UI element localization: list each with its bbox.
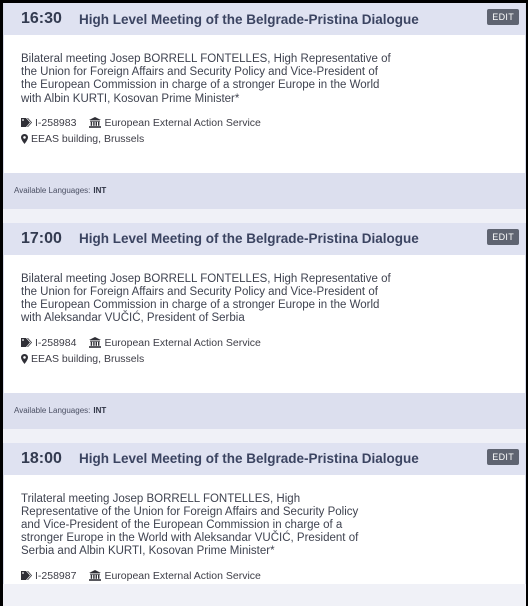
institution-icon <box>89 570 102 581</box>
card-separator <box>3 208 526 223</box>
meeting-title: High Level Meeting of the Belgrade-Prist… <box>79 231 419 247</box>
tag-icon <box>21 118 32 128</box>
meeting-meta: I-258983 European External Action Servic… <box>4 115 525 131</box>
meeting-location: EEAS building, Brussels <box>31 132 145 145</box>
meeting-title: High Level Meeting of the Belgrade-Prist… <box>79 11 419 27</box>
institution-icon <box>89 337 102 348</box>
map-marker-icon <box>21 353 28 364</box>
organizer-name: European External Action Service <box>104 336 261 349</box>
meeting-feed: 16:30 High Level Meeting of the Belgrade… <box>3 3 526 606</box>
meeting-description: Bilateral meeting Josep BORRELL FONTELLE… <box>21 53 391 105</box>
meeting-header: 18:00 High Level Meeting of the Belgrade… <box>4 442 525 475</box>
meeting-time: 18:00 <box>21 449 62 467</box>
meeting-description: Trilateral meeting Josep BORRELL FONTELL… <box>21 492 359 558</box>
organizer-name: European External Action Service <box>104 569 261 582</box>
meeting-card: 18:00 High Level Meeting of the Belgrade… <box>3 442 526 584</box>
languages-value: INT <box>93 406 107 416</box>
institution-icon <box>89 117 102 129</box>
meeting-location-row: EEAS building, Brussels <box>4 131 525 147</box>
card-separator <box>3 428 526 443</box>
languages-label: Available Languages: <box>14 186 91 196</box>
meeting-header: 17:00 High Level Meeting of the Belgrade… <box>4 222 525 255</box>
meeting-description: Bilateral meeting Josep BORRELL FONTELLE… <box>21 272 391 325</box>
languages-bar: Available Languages: INT <box>4 392 525 429</box>
map-marker-icon <box>21 133 28 144</box>
languages-value: INT <box>93 186 107 196</box>
tag-icon <box>21 571 32 581</box>
reference-number: I-258987 <box>35 569 77 582</box>
meeting-location: EEAS building, Brussels <box>31 352 145 365</box>
edit-button[interactable]: EDIT <box>487 228 519 245</box>
meeting-location-row: EEAS building, Brussels <box>4 351 525 367</box>
meeting-time: 17:00 <box>21 229 62 247</box>
edit-button[interactable]: EDIT <box>487 9 519 25</box>
meeting-time: 16:30 <box>21 10 62 27</box>
languages-bar: Available Languages: INT <box>4 172 525 209</box>
organizer-name: European External Action Service <box>104 116 261 129</box>
reference-number: I-258983 <box>35 116 77 129</box>
meeting-meta: I-258987 European External Action Servic… <box>4 568 525 584</box>
reference-number: I-258984 <box>35 336 77 349</box>
meeting-meta: I-258984 European External Action Servic… <box>4 335 525 351</box>
edit-button[interactable]: EDIT <box>487 448 519 465</box>
tag-icon <box>21 338 32 348</box>
meeting-card: 16:30 High Level Meeting of the Belgrade… <box>3 3 526 209</box>
languages-label: Available Languages: <box>14 406 91 416</box>
meeting-title: High Level Meeting of the Belgrade-Prist… <box>79 451 419 467</box>
meeting-card: 17:00 High Level Meeting of the Belgrade… <box>3 222 526 429</box>
meeting-header: 16:30 High Level Meeting of the Belgrade… <box>4 3 525 35</box>
